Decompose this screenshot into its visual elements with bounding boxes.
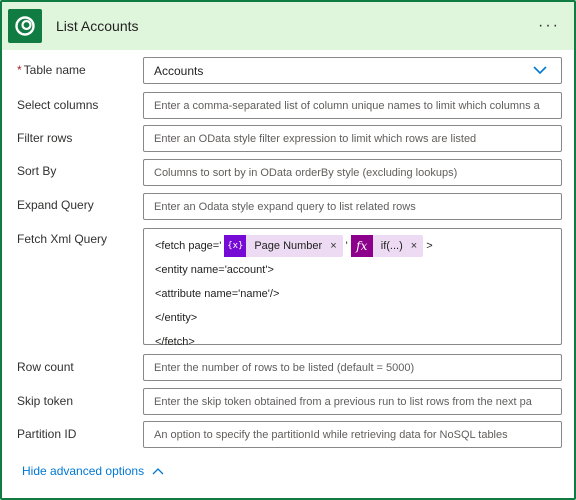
if-expression-token-label: if(...) bbox=[380, 240, 403, 252]
partition-id-placeholder: An option to specify the partitionId whi… bbox=[154, 428, 508, 441]
fetch-text-prefix: <fetch page=' bbox=[155, 240, 222, 252]
skip-token-input[interactable]: Enter the skip token obtained from a pre… bbox=[143, 388, 562, 415]
fetch-xml-query-editor[interactable]: <fetch page=' {x} Page Number × ' fx if(… bbox=[143, 228, 562, 348]
row-count-input[interactable]: Enter the number of rows to be listed (d… bbox=[143, 354, 562, 381]
fetch-text-separator: ' bbox=[345, 240, 348, 252]
table-name-select[interactable]: Accounts bbox=[143, 57, 562, 84]
fetch-line: <attribute name='name'/> bbox=[155, 288, 280, 300]
action-title: List Accounts bbox=[56, 18, 139, 34]
chevron-up-icon bbox=[152, 468, 164, 475]
sort-by-placeholder: Columns to sort by in OData orderBy styl… bbox=[154, 166, 458, 179]
hide-advanced-options-label: Hide advanced options bbox=[22, 464, 145, 478]
expand-query-placeholder: Enter an Odata style expand query to lis… bbox=[154, 200, 416, 213]
table-name-value: Accounts bbox=[154, 63, 204, 78]
select-columns-label: Select columns bbox=[17, 98, 99, 112]
skip-token-label: Skip token bbox=[17, 394, 74, 408]
fetch-xml-query-label: Fetch Xml Query bbox=[17, 232, 108, 246]
if-expression-token[interactable]: fx if(...) × bbox=[350, 235, 424, 257]
filter-rows-label: Filter rows bbox=[17, 131, 73, 145]
list-accounts-action-card: List Accounts ··· * Table name Accounts S… bbox=[0, 0, 576, 500]
required-marker: * bbox=[17, 63, 22, 77]
table-name-label: * Table name bbox=[17, 63, 86, 77]
fetch-text-suffix: > bbox=[426, 240, 433, 252]
page-number-token-label: Page Number bbox=[254, 240, 323, 252]
hide-advanced-options-link[interactable]: Hide advanced options bbox=[22, 464, 164, 478]
card-header[interactable]: List Accounts ··· bbox=[2, 2, 574, 50]
remove-token-icon[interactable]: × bbox=[330, 240, 336, 252]
row-count-label: Row count bbox=[17, 360, 74, 374]
skip-token-placeholder: Enter the skip token obtained from a pre… bbox=[154, 395, 532, 408]
partition-id-input[interactable]: An option to specify the partitionId whi… bbox=[143, 421, 562, 448]
filter-rows-input[interactable]: Enter an OData style filter expression t… bbox=[143, 125, 562, 152]
filter-rows-placeholder: Enter an OData style filter expression t… bbox=[154, 132, 477, 145]
expand-query-label: Expand Query bbox=[17, 198, 94, 212]
fetch-line: <entity name='account'> bbox=[155, 264, 274, 276]
partition-id-label: Partition ID bbox=[17, 427, 77, 441]
fetch-line-1: <fetch page=' {x} Page Number × ' fx if(… bbox=[155, 234, 550, 258]
sort-by-input[interactable]: Columns to sort by in OData orderBy styl… bbox=[143, 159, 562, 186]
chevron-down-icon[interactable] bbox=[533, 65, 547, 75]
select-columns-input[interactable]: Enter a comma-separated list of column u… bbox=[143, 92, 562, 119]
row-count-placeholder: Enter the number of rows to be listed (d… bbox=[154, 361, 415, 374]
variable-icon: {x} bbox=[224, 235, 247, 257]
expand-query-input[interactable]: Enter an Odata style expand query to lis… bbox=[143, 193, 562, 220]
dataverse-logo-icon bbox=[8, 9, 42, 43]
table-name-label-text: Table name bbox=[23, 63, 86, 77]
sort-by-label: Sort By bbox=[17, 164, 57, 178]
select-columns-placeholder: Enter a comma-separated list of column u… bbox=[154, 99, 540, 112]
function-icon: fx bbox=[350, 235, 373, 257]
remove-token-icon[interactable]: × bbox=[411, 240, 417, 252]
page-number-token[interactable]: {x} Page Number × bbox=[224, 235, 343, 257]
fetch-line: </entity> bbox=[155, 312, 198, 324]
more-options-button[interactable]: ··· bbox=[534, 14, 564, 38]
fetch-line: </fetch> bbox=[155, 336, 195, 348]
